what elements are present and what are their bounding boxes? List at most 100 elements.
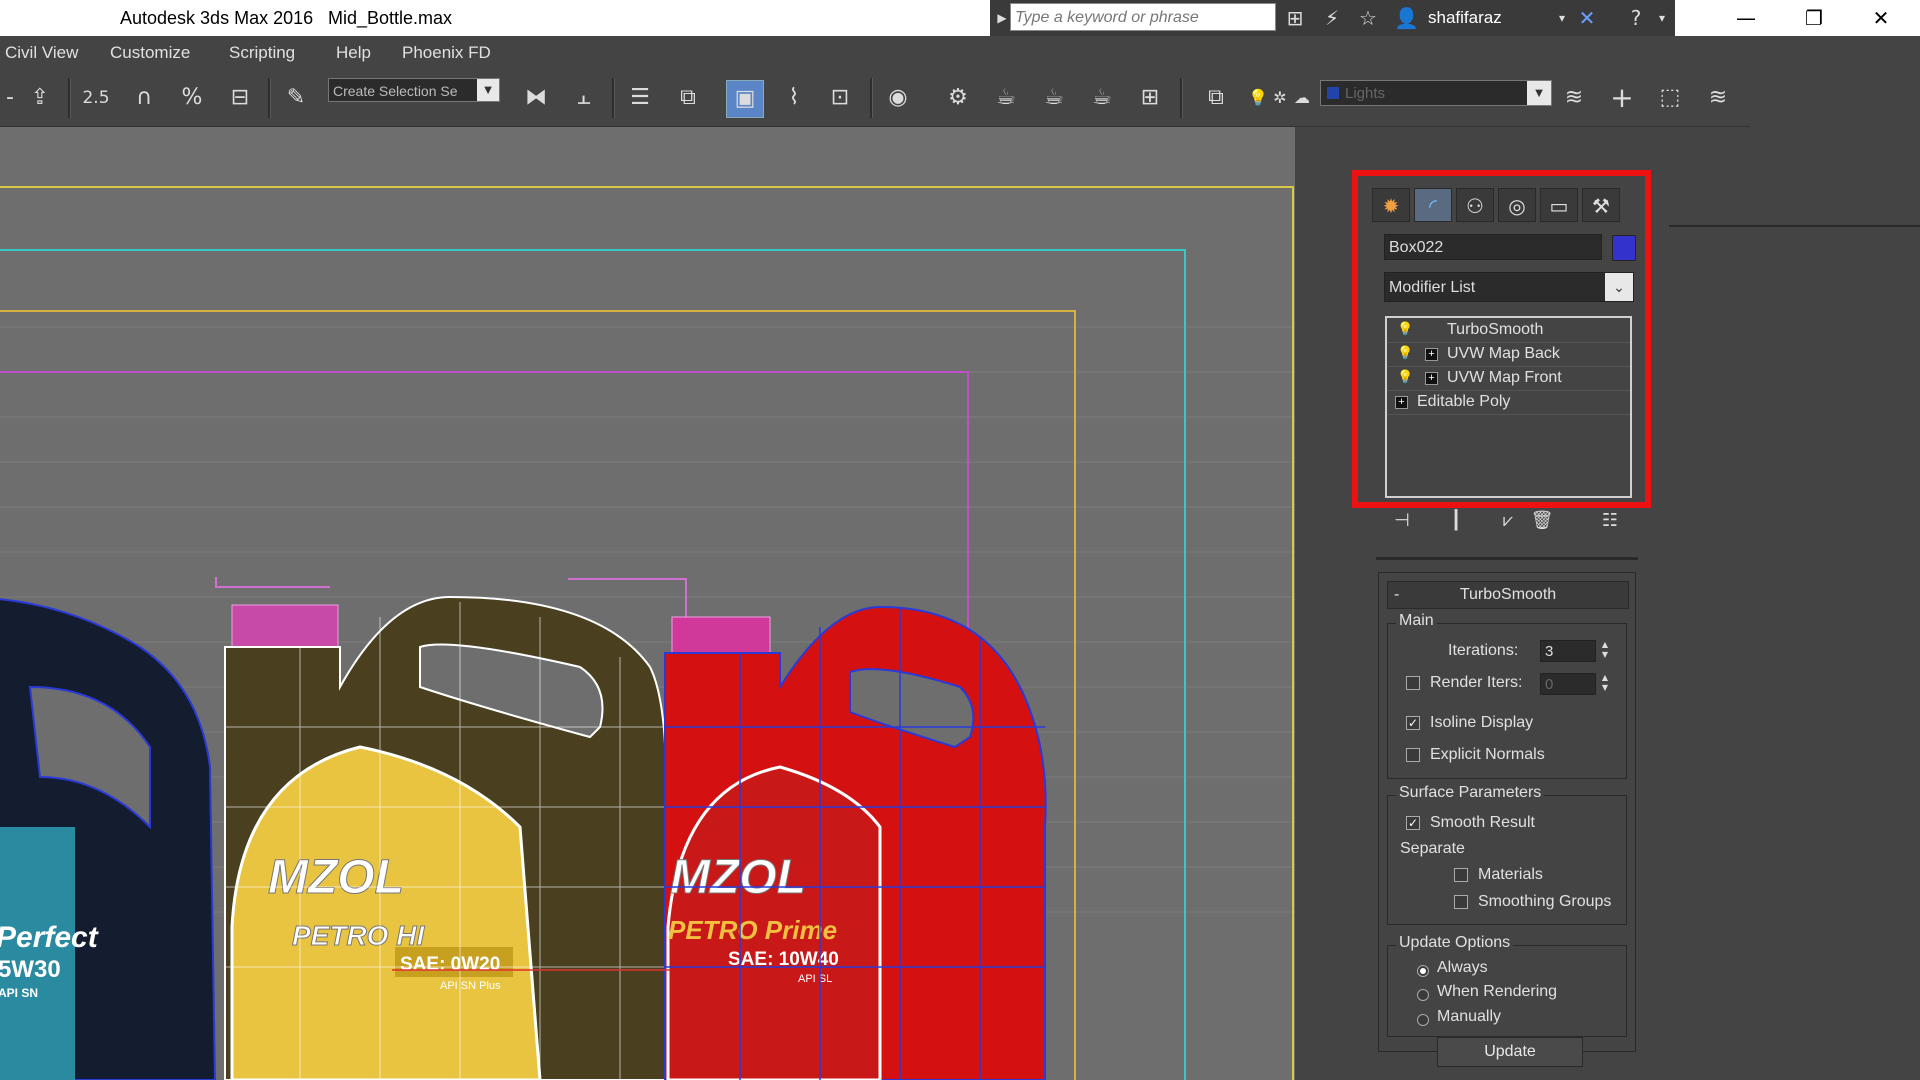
favorites-star-icon[interactable]: ☆ xyxy=(1356,6,1380,30)
selection-set-text: Create Selection Se xyxy=(333,83,458,99)
scene-explorer-icon[interactable]: ☰ xyxy=(622,80,658,116)
add-selection-to-layer-icon[interactable]: + xyxy=(1604,80,1640,116)
named-selection-set-dropdown[interactable]: Create Selection Se ▼ xyxy=(328,78,500,102)
close-button[interactable]: ✕ xyxy=(1858,4,1904,32)
render-iters-checkbox[interactable] xyxy=(1406,676,1420,690)
layer-dropdown[interactable]: Lights ▼ xyxy=(1320,80,1552,106)
bottle-gold-spec: API SN Plus xyxy=(440,980,501,992)
bottle-gold-brand: MZOL xyxy=(268,851,404,904)
help-icon[interactable]: ? xyxy=(1624,6,1648,30)
select-and-manipulate-icon[interactable]: ⇪ xyxy=(22,80,58,116)
smooth-result-checkbox[interactable]: ✓ xyxy=(1406,816,1420,830)
toggle-ribbon-icon[interactable]: ▣ xyxy=(726,80,764,118)
update-button[interactable]: Update xyxy=(1437,1037,1583,1067)
bottle-red-spec: API SL xyxy=(798,973,832,985)
radio-always[interactable] xyxy=(1417,965,1429,977)
title-bar: Autodesk 3ds Max 2016 Mid_Bottle.max ▶ T… xyxy=(0,0,1920,36)
explicit-normals-checkbox[interactable] xyxy=(1406,748,1420,762)
always-label: Always xyxy=(1437,959,1488,976)
perspective-viewport[interactable]: Perfect 5W30 API SN MZOL PETRO HI SAE: 0… xyxy=(0,127,1295,1080)
spinner-snap-icon[interactable]: ⊟ xyxy=(222,80,258,116)
file-name: Mid_Bottle.max xyxy=(328,8,453,28)
menu-scripting[interactable]: Scripting xyxy=(229,43,295,63)
user-dropdown-icon[interactable]: ▾ xyxy=(1550,6,1574,30)
main-toolbar: - ⇪ 2.5 ∩ % ⊟ ✎ Create Selection Se ▼ ⧓ … xyxy=(0,70,1750,127)
explicit-normals-label: Explicit Normals xyxy=(1430,746,1545,763)
materials-checkbox[interactable] xyxy=(1454,868,1468,882)
configure-modifier-sets-icon[interactable]: ☷ xyxy=(1596,508,1624,534)
snap-toggle-icon[interactable]: 2.5 xyxy=(78,80,114,116)
create-new-layer-icon[interactable]: ≋ xyxy=(1556,80,1592,116)
help-dropdown-icon[interactable]: ▾ xyxy=(1650,6,1674,30)
spinner-arrows-icon[interactable]: ▲ ▼ xyxy=(1598,673,1612,695)
rollout-title-text: TurboSmooth xyxy=(1459,586,1557,603)
menu-civil-view[interactable]: Civil View xyxy=(5,43,78,63)
show-end-result-icon[interactable]: ┃ xyxy=(1442,508,1470,534)
restore-button[interactable]: ❐ xyxy=(1791,4,1837,32)
curve-editor-icon[interactable]: ⌇ xyxy=(776,80,812,116)
update-group-label: Update Options xyxy=(1396,934,1514,952)
menu-phoenix-fd[interactable]: Phoenix FD xyxy=(402,43,491,63)
select-objects-in-layer-icon[interactable]: ⬚ xyxy=(1652,80,1688,116)
panel-divider xyxy=(1669,225,1920,227)
layer-manager-icon[interactable]: ⧉ xyxy=(1198,80,1234,116)
rendered-frame-window-icon[interactable]: ☕ xyxy=(988,80,1024,116)
main-group: Main Iterations: 3 ▲ ▼ Render Iters: 0 ▲ ▼… xyxy=(1387,612,1627,779)
render-iters-spinner[interactable]: 0 xyxy=(1540,673,1596,695)
isoline-display-checkbox[interactable]: ✓ xyxy=(1406,716,1420,730)
make-unique-icon[interactable]: ⩗ xyxy=(1494,508,1522,534)
smoothing-groups-checkbox[interactable] xyxy=(1454,895,1468,909)
radio-manually[interactable] xyxy=(1417,1014,1429,1026)
chevron-down-icon[interactable]: ▼ xyxy=(1527,81,1551,105)
bottle-gold-product: PETRO HI xyxy=(292,920,425,951)
user-icon[interactable]: 👤 xyxy=(1394,6,1419,30)
bottle-gold[interactable]: MZOL PETRO HI SAE: 0W20 API SN Plus xyxy=(224,595,667,1080)
render-iterative-icon[interactable]: ☕ xyxy=(1084,80,1120,116)
schematic-view-icon[interactable]: ⊡ xyxy=(822,80,858,116)
percent-snap-icon[interactable]: % xyxy=(174,80,210,116)
rollout-title[interactable]: - TurboSmooth xyxy=(1387,581,1629,609)
radio-when-rendering[interactable] xyxy=(1417,989,1429,1001)
smoothing-groups-label: Smoothing Groups xyxy=(1478,893,1612,910)
render-toggle-icon[interactable]: ☁ xyxy=(1284,80,1320,116)
bottle-blue-grade: 5W30 xyxy=(0,956,61,983)
iterations-spinner[interactable]: 3 xyxy=(1540,640,1596,662)
surface-group-label: Surface Parameters xyxy=(1396,784,1545,802)
binoculars-icon[interactable]: ⊞ xyxy=(1283,6,1307,30)
search-input[interactable]: Type a keyword or phrase xyxy=(1010,3,1276,31)
set-current-layer-icon[interactable]: ≋ xyxy=(1700,80,1736,116)
angle-snap-icon[interactable]: ∩ xyxy=(126,80,162,116)
exchange-apps-icon[interactable]: ✕ xyxy=(1575,6,1599,30)
helper-outline xyxy=(215,577,330,588)
remove-modifier-icon[interactable]: 🗑 xyxy=(1528,508,1556,534)
edit-named-selection-icon[interactable]: ✎ xyxy=(278,80,314,116)
minimize-button[interactable]: — xyxy=(1723,4,1769,32)
materials-label: Materials xyxy=(1478,866,1543,883)
render-setup-icon[interactable]: ⚙ xyxy=(940,80,976,116)
pin-stack-icon[interactable]: ⊣ xyxy=(1388,508,1416,534)
material-editor-icon[interactable]: ◉ xyxy=(880,80,916,116)
layer-explorer-icon[interactable]: ⧉ xyxy=(670,80,706,116)
collapse-icon[interactable]: - xyxy=(1394,582,1399,608)
username-label[interactable]: shafifaraz xyxy=(1428,8,1502,28)
menu-help[interactable]: Help xyxy=(336,43,371,63)
communication-center-icon[interactable]: ⚡ xyxy=(1320,6,1344,30)
highlight-box xyxy=(1352,170,1651,508)
menu-customize[interactable]: Customize xyxy=(110,43,190,63)
spinner-arrows-icon[interactable]: ▲ ▼ xyxy=(1598,640,1612,662)
render-in-cloud-icon[interactable]: ⊞ xyxy=(1132,80,1168,116)
main-group-label: Main xyxy=(1396,612,1437,630)
mirror-icon[interactable]: ⧓ xyxy=(518,80,554,116)
manually-label: Manually xyxy=(1437,1008,1502,1025)
turbosmooth-rollout: - TurboSmooth Main Iterations: 3 ▲ ▼ Rend… xyxy=(1378,572,1636,1067)
bottle-blue[interactable]: Perfect 5W30 API SN xyxy=(0,597,217,1080)
align-icon[interactable]: ⫠ xyxy=(566,80,602,116)
render-iters-label: Render Iters: xyxy=(1430,674,1523,691)
render-production-icon[interactable]: ☕ xyxy=(1036,80,1072,116)
chevron-down-icon[interactable]: ▼ xyxy=(477,79,499,101)
isoline-display-label: Isoline Display xyxy=(1430,714,1534,731)
panel-separator xyxy=(1376,557,1638,560)
bottle-red[interactable]: MZOL PETRO Prime SAE: 10W40 API SL xyxy=(664,605,1047,1080)
smooth-result-label: Smooth Result xyxy=(1430,814,1535,831)
bottle-red-product: PETRO Prime xyxy=(668,915,837,945)
